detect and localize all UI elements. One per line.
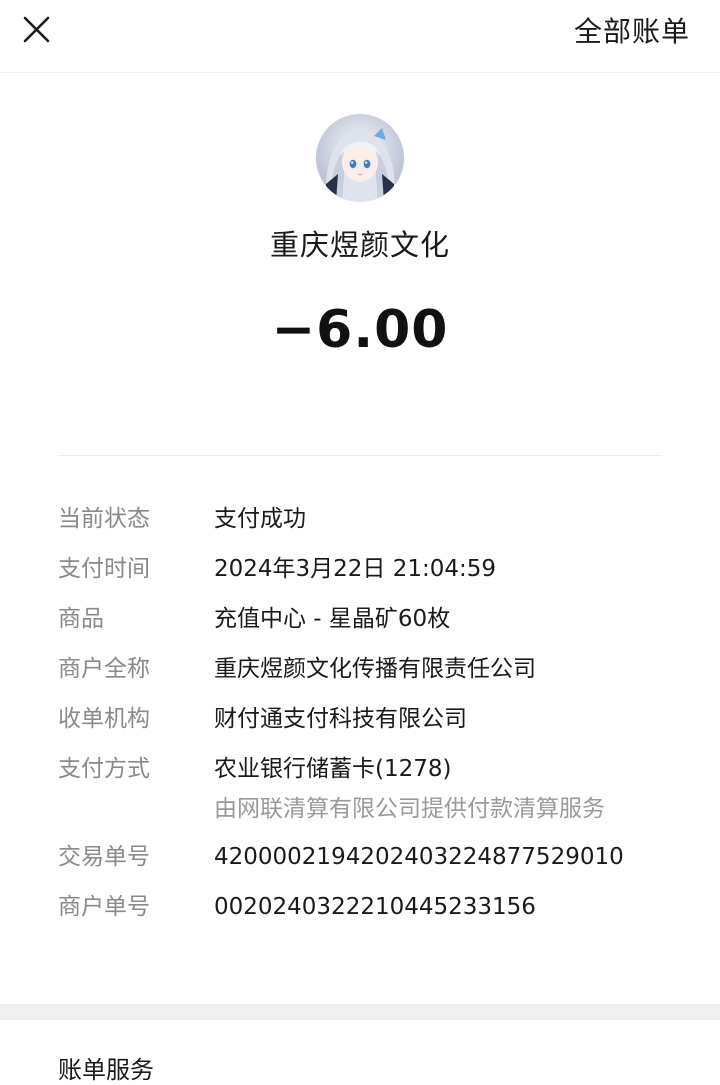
detail-label: 商品 bbox=[58, 606, 104, 632]
top-bar: 全部账单 bbox=[0, 0, 720, 73]
detail-value: 4200002194202403224877529010 bbox=[214, 844, 624, 870]
anime-avatar-icon bbox=[316, 114, 404, 202]
detail-value: 0020240322210445233156 bbox=[214, 894, 536, 920]
detail-label: 支付时间 bbox=[58, 556, 150, 582]
section-separator bbox=[0, 1004, 720, 1020]
merchant-avatar bbox=[316, 114, 404, 202]
all-bills-link[interactable]: 全部账单 bbox=[574, 10, 690, 50]
close-icon bbox=[23, 16, 50, 43]
payment-amount: −6.00 bbox=[271, 300, 449, 360]
detail-value: 充值中心 - 星晶矿60枚 bbox=[214, 606, 451, 632]
detail-row-product: 商品 充值中心 - 星晶矿60枚 bbox=[58, 598, 678, 640]
detail-row-merchant-full-name: 商户全称 重庆煜颜文化传播有限责任公司 bbox=[58, 648, 678, 690]
merchant-name: 重庆煜颜文化 bbox=[269, 228, 450, 262]
detail-row-payment-method: 支付方式 农业银行储蓄卡(1278) 由网联清算有限公司提供付款清算服务 bbox=[58, 748, 678, 828]
detail-value: 重庆煜颜文化传播有限责任公司 bbox=[214, 656, 536, 682]
clearing-service-note: 由网联清算有限公司提供付款清算服务 bbox=[214, 796, 605, 822]
detail-value: 农业银行储蓄卡(1278) 由网联清算有限公司提供付款清算服务 bbox=[214, 748, 605, 828]
bill-services-heading: 账单服务 bbox=[58, 1056, 154, 1084]
detail-label: 支付方式 bbox=[58, 756, 150, 782]
detail-row-acquirer: 收单机构 财付通支付科技有限公司 bbox=[58, 698, 678, 740]
divider bbox=[58, 455, 662, 456]
detail-value: 支付成功 bbox=[214, 506, 306, 532]
payment-method-value: 农业银行储蓄卡(1278) bbox=[214, 756, 452, 782]
detail-row-transaction-id: 交易单号 4200002194202403224877529010 bbox=[58, 836, 678, 878]
transaction-details: 当前状态 支付成功 支付时间 2024年3月22日 21:04:59 商品 充值… bbox=[58, 498, 678, 936]
detail-label: 商户单号 bbox=[58, 894, 150, 920]
detail-row-time: 支付时间 2024年3月22日 21:04:59 bbox=[58, 548, 678, 590]
detail-label: 交易单号 bbox=[58, 844, 150, 870]
close-button[interactable] bbox=[14, 8, 58, 52]
detail-value: 财付通支付科技有限公司 bbox=[214, 706, 467, 732]
detail-row-merchant-order-id: 商户单号 0020240322210445233156 bbox=[58, 886, 678, 928]
detail-row-status: 当前状态 支付成功 bbox=[58, 498, 678, 540]
detail-label: 收单机构 bbox=[58, 706, 150, 732]
detail-value: 2024年3月22日 21:04:59 bbox=[214, 556, 497, 582]
detail-label: 当前状态 bbox=[58, 506, 150, 532]
detail-label: 商户全称 bbox=[58, 656, 150, 682]
